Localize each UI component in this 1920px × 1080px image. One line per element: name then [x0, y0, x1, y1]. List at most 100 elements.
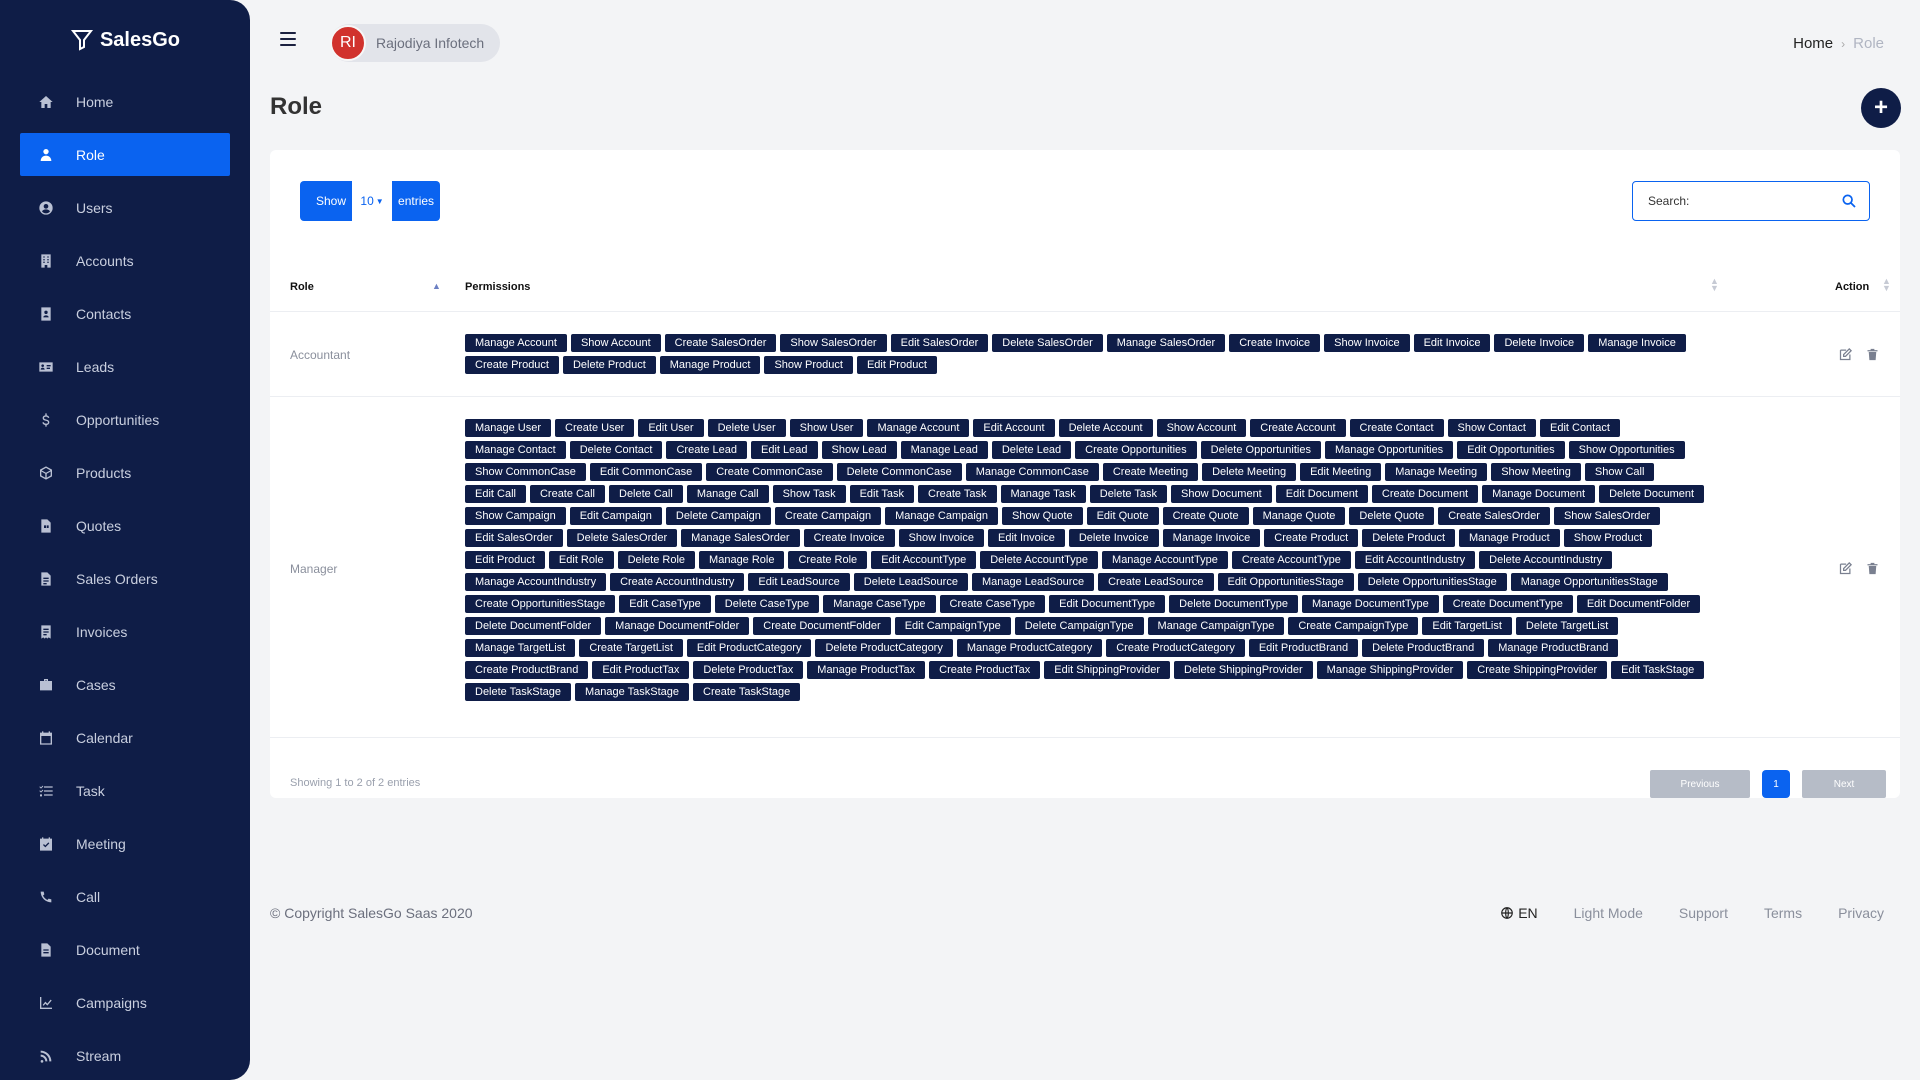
breadcrumb-home[interactable]: Home: [1793, 35, 1833, 52]
permission-badge: Create Contact: [1349, 419, 1444, 437]
sidebar-item-label: Opportunities: [76, 411, 160, 428]
page-1-button[interactable]: 1: [1762, 770, 1790, 798]
add-role-button[interactable]: +: [1861, 88, 1901, 128]
permission-badge: Delete TaskStage: [465, 683, 572, 701]
edit-icon[interactable]: [1838, 561, 1853, 576]
sidebar-item-role[interactable]: Role: [20, 133, 230, 176]
permission-badge: Edit OpportunitiesStage: [1217, 573, 1354, 591]
sidebar-item-accounts[interactable]: Accounts: [20, 239, 230, 282]
next-button[interactable]: Next: [1802, 770, 1886, 798]
permission-badge: Create Call: [529, 485, 605, 503]
sidebar-item-home[interactable]: Home: [20, 80, 230, 123]
permission-badge: Create CommonCase: [706, 463, 833, 481]
permission-badge: Show Product: [764, 356, 853, 374]
permission-badge: Edit Account: [973, 419, 1055, 437]
table-info: Showing 1 to 2 of 2 entries: [290, 777, 421, 789]
permission-badge: Manage User: [465, 419, 552, 437]
permission-badge: Manage ProductTax: [807, 661, 926, 679]
org-switcher[interactable]: RI Rajodiya Infotech: [330, 24, 501, 62]
edit-icon[interactable]: [1838, 347, 1853, 362]
terms-link[interactable]: Terms: [1764, 905, 1802, 921]
permission-badge: Manage LeadSource: [971, 573, 1095, 591]
sidebar-item-invoices[interactable]: Invoices: [20, 610, 230, 653]
permission-badge: Show Campaign: [465, 507, 566, 525]
permission-badge: Show User: [789, 419, 864, 437]
permission-badge: Manage CaseType: [823, 595, 936, 613]
permission-badge: Delete ProductBrand: [1362, 639, 1485, 657]
permission-badge: Create SalesOrder: [664, 334, 777, 352]
permission-badge: Show SalesOrder: [1553, 507, 1661, 525]
sidebar-item-call[interactable]: Call: [20, 875, 230, 918]
sort-asc-icon[interactable]: ▲: [432, 281, 441, 291]
entries-select[interactable]: 10 ▼: [352, 181, 393, 221]
breadcrumb: Home › Role: [1793, 35, 1884, 52]
column-header-permissions[interactable]: Permissions: [465, 262, 530, 312]
user-circle-icon: [38, 200, 54, 216]
permission-badge: Delete Contact: [569, 441, 663, 459]
permission-badge: Create Lead: [666, 441, 748, 459]
column-header-role[interactable]: Role: [290, 262, 314, 312]
sidebar-item-task[interactable]: Task: [20, 769, 230, 812]
permission-badge: Delete Quote: [1349, 507, 1435, 525]
permission-badge: Show Lead: [821, 441, 897, 459]
permission-badge: Edit User: [638, 419, 704, 437]
role-name: Accountant: [290, 348, 351, 362]
sidebar-item-users[interactable]: Users: [20, 186, 230, 229]
sidebar-item-opportunities[interactable]: Opportunities: [20, 398, 230, 441]
permission-badge: Manage Meeting: [1385, 463, 1488, 481]
permission-badge: Create CampaignType: [1288, 617, 1419, 635]
box-icon: [38, 465, 54, 481]
permission-badge: Delete DocumentFolder: [465, 617, 602, 635]
brand-logo[interactable]: SalesGo: [0, 0, 250, 80]
rss-icon: [38, 1048, 54, 1064]
permission-badge: Create Account: [1250, 419, 1346, 437]
user-tie-icon: [38, 147, 54, 163]
sidebar-item-products[interactable]: Products: [20, 451, 230, 494]
sidebar-item-campaigns[interactable]: Campaigns: [20, 981, 230, 1024]
support-link[interactable]: Support: [1679, 905, 1728, 921]
sidebar-item-label: Document: [76, 941, 140, 958]
pagination: Previous 1 Next: [1650, 770, 1886, 798]
permission-badge: Create AccountType: [1231, 551, 1351, 569]
privacy-link[interactable]: Privacy: [1838, 905, 1884, 921]
entries-length-control: Show 10 ▼ entries: [300, 181, 441, 221]
sidebar-item-cases[interactable]: Cases: [20, 663, 230, 706]
permission-badge: Create Role: [788, 551, 868, 569]
column-header-action[interactable]: Action: [1835, 262, 1869, 312]
permission-badge: Edit DocumentType: [1049, 595, 1166, 613]
permission-badge: Delete DocumentType: [1169, 595, 1298, 613]
sidebar-item-calendar[interactable]: Calendar: [20, 716, 230, 759]
sidebar-item-meeting[interactable]: Meeting: [20, 822, 230, 865]
previous-button[interactable]: Previous: [1650, 770, 1750, 798]
permission-badge: Manage DocumentType: [1301, 595, 1439, 613]
permission-badge: Delete SalesOrder: [566, 529, 678, 547]
sidebar-item-label: Quotes: [76, 517, 122, 534]
sidebar-item-document[interactable]: Document: [20, 928, 230, 971]
sidebar-item-leads[interactable]: Leads: [20, 345, 230, 388]
sidebar-item-label: Call: [76, 888, 101, 905]
trash-icon[interactable]: [1865, 347, 1880, 362]
language-selector[interactable]: EN: [1500, 905, 1538, 921]
sidebar-item-label: Stream: [76, 1047, 122, 1064]
sidebar-item-sales-orders[interactable]: Sales Orders: [20, 557, 230, 600]
menu-toggle-icon[interactable]: [280, 32, 296, 46]
permission-badge: Create User: [555, 419, 635, 437]
briefcase-icon: [38, 677, 54, 693]
sidebar-item-contacts[interactable]: Contacts: [20, 292, 230, 335]
sidebar-item-stream[interactable]: Stream: [20, 1034, 230, 1077]
permission-badge: Create Product: [465, 356, 559, 374]
row-actions: [1838, 347, 1880, 362]
sort-both-icon[interactable]: ▲ ▼: [1882, 277, 1891, 293]
permission-badge: Create SalesOrder: [1438, 507, 1550, 525]
sidebar-item-label: Invoices: [76, 623, 128, 640]
light-mode-link[interactable]: Light Mode: [1574, 905, 1643, 921]
sidebar-item-label: Home: [76, 93, 114, 110]
permission-badge: Delete AccountType: [980, 551, 1099, 569]
sidebar-item-quotes[interactable]: Quotes: [20, 504, 230, 547]
trash-icon[interactable]: [1865, 561, 1880, 576]
permission-badge: Create AccountIndustry: [610, 573, 745, 591]
search-icon[interactable]: [1841, 193, 1857, 209]
sort-both-icon[interactable]: ▲ ▼: [1710, 277, 1719, 293]
permission-badge: Delete OpportunitiesStage: [1357, 573, 1507, 591]
search-input[interactable]: Search:: [1632, 181, 1870, 221]
